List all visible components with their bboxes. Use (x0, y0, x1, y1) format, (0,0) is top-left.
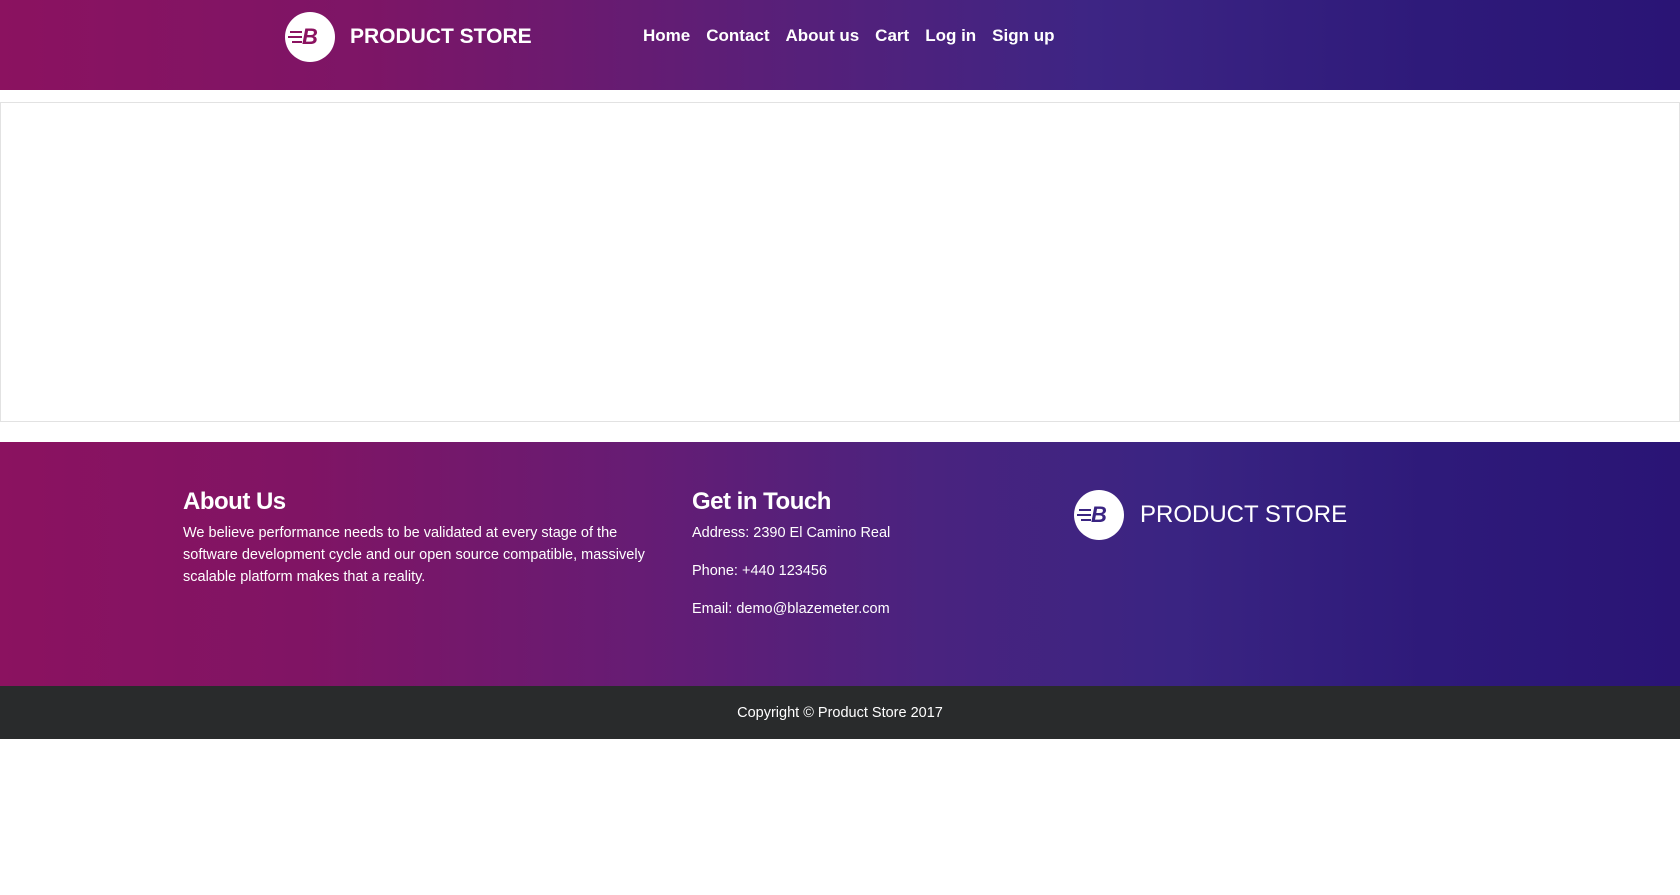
copyright-text: Copyright © Product Store 2017 (737, 704, 943, 721)
footer-brand-title: PRODUCT STORE (1140, 501, 1348, 528)
brand-title[interactable]: PRODUCT STORE (350, 25, 532, 49)
blazemeter-logo-icon: B (1074, 490, 1124, 540)
logo-letter: B (302, 24, 318, 49)
nav-log-in-link[interactable]: Log in (925, 26, 976, 46)
top-navbar: B PRODUCT STORE Home Contact About us Ca… (0, 0, 1680, 90)
nav-cart-link[interactable]: Cart (875, 26, 909, 46)
nav-sign-up-link[interactable]: Sign up (992, 26, 1054, 46)
copyright-bar: Copyright © Product Store 2017 (0, 686, 1680, 739)
about-us-text: We believe performance needs to be valid… (183, 525, 645, 585)
logo-letter: B (1091, 502, 1107, 527)
about-us-heading: About Us (183, 488, 286, 515)
footer: About Us We believe performance needs to… (0, 442, 1680, 686)
get-in-touch-heading: Get in Touch (692, 488, 831, 515)
blazemeter-logo-icon: B (285, 12, 335, 62)
navbar-brand[interactable]: B PRODUCT STORE (285, 12, 532, 62)
footer-contact-section: Get in Touch Address: 2390 El Camino Rea… (692, 488, 1032, 620)
contact-phone: Phone: +440 123456 (692, 563, 828, 579)
nav-about-us-link[interactable]: About us (786, 26, 860, 46)
footer-about-section: About Us We believe performance needs to… (183, 488, 653, 588)
contact-address: Address: 2390 El Camino Real (692, 525, 891, 541)
nav-contact-link[interactable]: Contact (706, 26, 769, 46)
footer-brand: B PRODUCT STORE (1074, 490, 1347, 540)
nav-home-link[interactable]: Home (643, 26, 690, 46)
main-content-panel (0, 102, 1680, 422)
nav-links: Home Contact About us Cart Log in Sign u… (643, 26, 1071, 46)
contact-email: Email: demo@blazemeter.com (692, 601, 890, 617)
